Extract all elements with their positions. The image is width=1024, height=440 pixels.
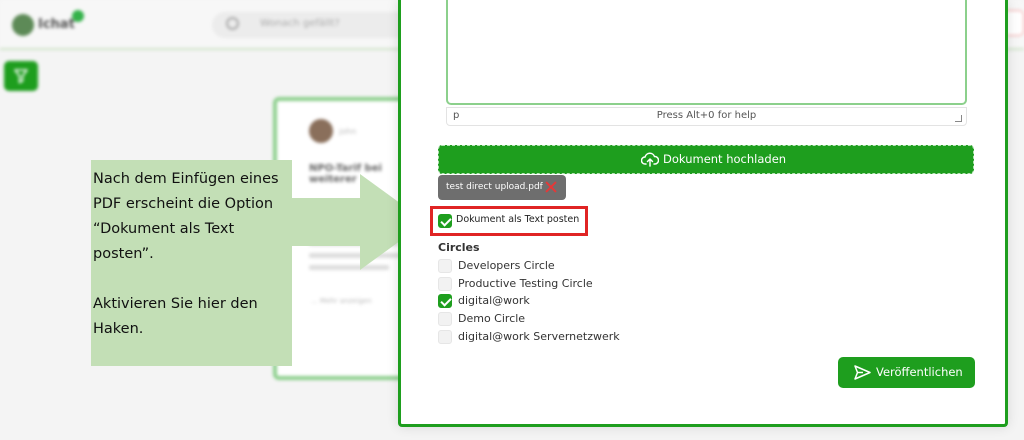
avatar: [309, 119, 333, 143]
circle-item-digital-work[interactable]: digital@work: [438, 293, 698, 309]
attachment-chip: test direct upload.pdf: [438, 175, 566, 200]
editor-help-hint: Press Alt+0 for help: [656, 110, 757, 121]
search-icon: [226, 17, 239, 30]
circle-label: Developers Circle: [458, 259, 555, 272]
editor-element-path[interactable]: p: [453, 110, 459, 121]
show-more-link[interactable]: ... Mehr anzeigen: [311, 297, 372, 305]
circle-item-demo[interactable]: Demo Circle: [438, 311, 698, 327]
search-input[interactable]: Wonach gefällt?: [212, 12, 412, 38]
circle-item-developers[interactable]: Developers Circle: [438, 258, 698, 274]
post-as-text-checkbox[interactable]: [438, 214, 452, 228]
close-icon[interactable]: [544, 180, 558, 194]
app-logo[interactable]: Ichat: [12, 10, 90, 38]
text-editor-area[interactable]: [446, 0, 967, 105]
logo-text: Ichat: [38, 17, 75, 32]
circle-checkbox[interactable]: [438, 259, 452, 273]
circle-checkbox[interactable]: [438, 277, 452, 291]
filter-icon: [14, 69, 28, 84]
attachment-filename: test direct upload.pdf: [446, 182, 543, 192]
resize-handle-icon[interactable]: [955, 115, 962, 122]
circle-checkbox[interactable]: [438, 294, 452, 308]
circle-checkbox[interactable]: [438, 312, 452, 326]
publish-button[interactable]: Veröffentlichen: [838, 357, 975, 388]
circle-label: Demo Circle: [458, 312, 526, 325]
post-author: john: [339, 127, 357, 136]
post-as-text-label[interactable]: Dokument als Text posten: [456, 214, 579, 225]
cloud-upload-icon: [641, 152, 659, 167]
circle-checkbox[interactable]: [438, 330, 452, 344]
filter-button[interactable]: [4, 61, 38, 91]
circles-heading: Circles: [438, 241, 480, 254]
publish-button-label: Veröffentlichen: [876, 365, 963, 379]
circle-label: Productive Testing Circle: [458, 277, 593, 290]
search-placeholder: Wonach gefällt?: [260, 18, 340, 29]
upload-document-button[interactable]: Dokument hochladen: [438, 145, 974, 174]
logo-mark-icon: [12, 14, 34, 36]
create-post-modal: Press Alt+0 for help p Dokument hochlade…: [398, 0, 1008, 427]
circle-item-digital-work-servernetzwerk[interactable]: digital@work Servernetzwerk: [438, 329, 698, 345]
send-icon: [854, 365, 871, 380]
annotation-text: Nach dem Einfügen eines PDF erscheint di…: [93, 171, 279, 337]
circle-item-productive-testing[interactable]: Productive Testing Circle: [438, 276, 698, 292]
editor-status-bar: Press Alt+0 for help p: [446, 107, 967, 126]
circle-label: digital@work: [458, 294, 530, 307]
circle-label: digital@work Servernetzwerk: [458, 330, 620, 343]
notification-dot-icon: [72, 10, 84, 22]
upload-button-label: Dokument hochladen: [663, 152, 787, 166]
